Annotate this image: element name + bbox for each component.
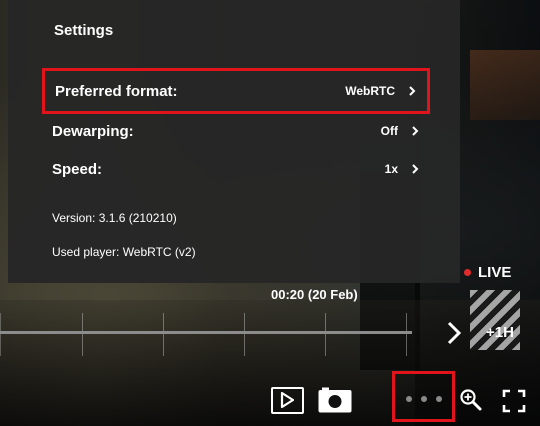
preferred-format-label: Preferred format: xyxy=(55,82,178,100)
play-button[interactable] xyxy=(271,387,304,414)
timeline-timestamp: 00:20 (20 Feb) xyxy=(271,287,358,302)
chevron-right-icon[interactable] xyxy=(444,320,464,346)
timeline-tick xyxy=(82,313,83,356)
speed-value: 1x xyxy=(384,162,398,176)
speed-row[interactable]: Speed: 1x xyxy=(42,146,430,192)
speed-label: Speed: xyxy=(52,160,103,178)
timeline-tick xyxy=(244,313,245,356)
timeline-tick xyxy=(325,313,326,356)
preferred-format-value: WebRTC xyxy=(345,84,395,98)
play-icon xyxy=(280,391,295,409)
jump-forward-button[interactable]: +1H xyxy=(486,324,514,341)
version-text: Version: 3.1.6 (210210) xyxy=(52,211,177,225)
video-stripe-region xyxy=(470,290,520,350)
player-text: Used player: WebRTC (v2) xyxy=(52,245,196,259)
settings-panel: Settings Preferred format: WebRTC Dewarp… xyxy=(8,0,460,283)
chevron-right-icon xyxy=(409,86,416,96)
live-indicator[interactable]: LIVE xyxy=(464,264,511,281)
timeline-bar[interactable] xyxy=(0,331,412,334)
live-dot-icon xyxy=(464,269,471,276)
more-dots-icon[interactable] xyxy=(406,396,442,402)
dewarping-label: Dewarping: xyxy=(52,122,134,140)
timeline-tick xyxy=(0,313,1,356)
settings-title: Settings xyxy=(54,22,114,39)
chevron-right-icon xyxy=(412,164,419,174)
dewarping-value: Off xyxy=(380,124,398,138)
chevron-right-icon xyxy=(412,126,419,136)
snapshot-icon[interactable] xyxy=(317,387,353,414)
zoom-in-icon[interactable] xyxy=(459,388,483,412)
timeline-tick xyxy=(406,313,407,356)
timeline-tick xyxy=(163,313,164,356)
live-label: LIVE xyxy=(478,264,512,281)
fullscreen-icon[interactable] xyxy=(502,389,526,413)
